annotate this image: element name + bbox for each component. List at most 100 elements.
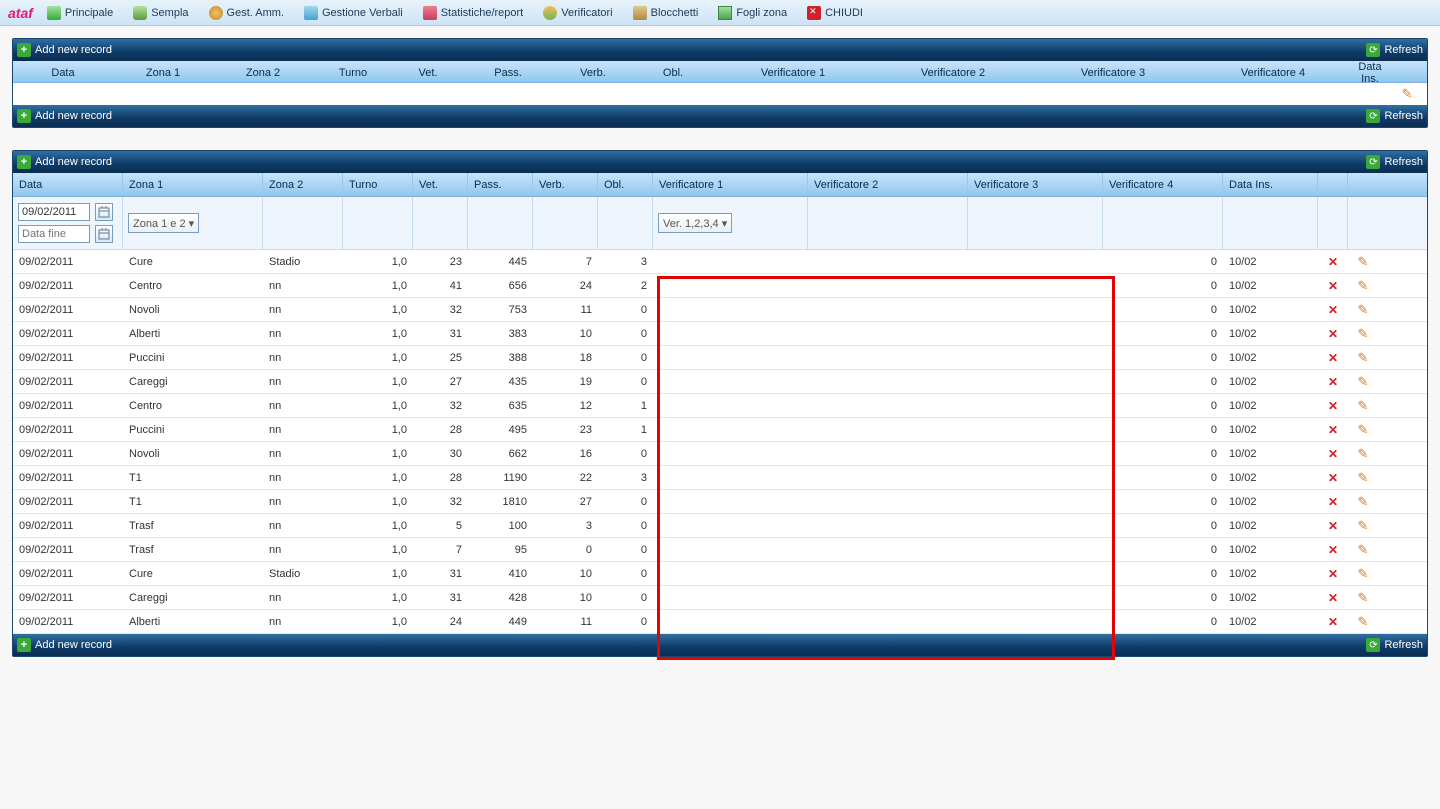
table-row[interactable]: 09/02/2011Caregginn1,031428100010/02✕✎ [13, 586, 1427, 610]
table-row[interactable]: 09/02/2011CureStadio1,02344573010/02✕✎ [13, 250, 1427, 274]
menu-gestione-verbali[interactable]: Gestione Verbali [296, 3, 411, 23]
table-row[interactable]: 09/02/2011Trasfnn1,0510030010/02✕✎ [13, 514, 1427, 538]
menu-statistiche[interactable]: Statistiche/report [415, 3, 532, 23]
delete-row-button[interactable]: ✕ [1318, 394, 1348, 417]
refresh-button[interactable]: ⟳ Refresh [1366, 638, 1423, 652]
edit-row-button[interactable]: ✎ [1348, 490, 1378, 513]
verificatore-filter-dropdown[interactable]: Ver. 1,2,3,4 ▾ [658, 213, 732, 233]
table-row[interactable]: 09/02/2011CureStadio1,031410100010/02✕✎ [13, 562, 1427, 586]
col-zona2[interactable]: Zona 2 [263, 173, 343, 196]
delete-row-button[interactable]: ✕ [1318, 418, 1348, 441]
col-zona1[interactable]: Zona 1 [113, 67, 213, 79]
col-ver3[interactable]: Verificatore 3 [968, 173, 1103, 196]
edit-row-button[interactable]: ✎ [1348, 274, 1378, 297]
col-data[interactable]: Data [13, 173, 123, 196]
table-row[interactable]: 09/02/2011Novolinn1,030662160010/02✕✎ [13, 442, 1427, 466]
col-pass[interactable]: Pass. [463, 67, 553, 79]
table-row[interactable]: 09/02/2011Novolinn1,032753110010/02✕✎ [13, 298, 1427, 322]
menu-gest-amm[interactable]: Gest. Amm. [201, 3, 292, 23]
delete-row-button[interactable]: ✕ [1318, 250, 1348, 273]
menu-verificatori[interactable]: Verificatori [535, 3, 620, 23]
col-ver2[interactable]: Verificatore 2 [808, 173, 968, 196]
add-record-button[interactable]: + Add new record [17, 155, 112, 169]
edit-row-button[interactable]: ✎ [1348, 298, 1378, 321]
col-turno[interactable]: Turno [313, 67, 393, 79]
table-row[interactable]: 09/02/2011Albertinn1,024449110010/02✕✎ [13, 610, 1427, 634]
col-vet[interactable]: Vet. [393, 67, 463, 79]
delete-row-button[interactable]: ✕ [1318, 274, 1348, 297]
delete-row-button[interactable]: ✕ [1318, 538, 1348, 561]
refresh-button[interactable]: ⟳ Refresh [1366, 155, 1423, 169]
edit-row-button[interactable]: ✎ [1348, 370, 1378, 393]
delete-row-button[interactable]: ✕ [1318, 442, 1348, 465]
col-ver1[interactable]: Verificatore 1 [653, 173, 808, 196]
col-verb[interactable]: Verb. [533, 173, 598, 196]
table-row[interactable]: 09/02/2011Centronn1,041656242010/02✕✎ [13, 274, 1427, 298]
menu-fogli-zona[interactable]: Fogli zona [710, 3, 795, 23]
table-row[interactable]: 09/02/2011Trasfnn1,079500010/02✕✎ [13, 538, 1427, 562]
delete-row-button[interactable]: ✕ [1318, 490, 1348, 513]
menu-chiudi[interactable]: CHIUDI [799, 3, 871, 23]
delete-row-button[interactable]: ✕ [1318, 370, 1348, 393]
delete-row-button[interactable]: ✕ [1318, 562, 1348, 585]
col-pass[interactable]: Pass. [468, 173, 533, 196]
col-obl[interactable]: Obl. [633, 67, 713, 79]
delete-row-button[interactable]: ✕ [1318, 298, 1348, 321]
table-row[interactable]: 09/02/2011Albertinn1,031383100010/02✕✎ [13, 322, 1427, 346]
col-ver2[interactable]: Verificatore 2 [873, 67, 1033, 79]
delete-row-button[interactable]: ✕ [1318, 514, 1348, 537]
delete-row-button[interactable]: ✕ [1318, 610, 1348, 633]
date-end-input[interactable] [18, 225, 90, 243]
add-record-button[interactable]: + Add new record [17, 43, 112, 57]
col-data[interactable]: Data [13, 67, 113, 79]
delete-row-button[interactable]: ✕ [1318, 586, 1348, 609]
menu-blocchetti[interactable]: Blocchetti [625, 3, 707, 23]
table-row[interactable]: 09/02/2011Caregginn1,027435190010/02✕✎ [13, 370, 1427, 394]
table-row[interactable]: 09/02/2011Puccininn1,025388180010/02✕✎ [13, 346, 1427, 370]
refresh-button[interactable]: ⟳ Refresh [1366, 109, 1423, 123]
calendar-button[interactable] [95, 225, 113, 243]
menu-principale[interactable]: Principale [39, 3, 121, 23]
edit-row-button[interactable]: ✎ [1348, 610, 1378, 633]
edit-row-button[interactable]: ✎ [1348, 250, 1378, 273]
col-obl[interactable]: Obl. [598, 173, 653, 196]
cell-vet: 32 [413, 298, 468, 321]
edit-row-button[interactable]: ✎ [1348, 538, 1378, 561]
col-zona1[interactable]: Zona 1 [123, 173, 263, 196]
calendar-button[interactable] [95, 203, 113, 221]
zona-filter-dropdown[interactable]: Zona 1 e 2 ▾ [128, 213, 199, 233]
edit-row-button[interactable]: ✎ [1348, 562, 1378, 585]
delete-row-button[interactable]: ✕ [1318, 466, 1348, 489]
col-zona2[interactable]: Zona 2 [213, 67, 313, 79]
edit-row-button[interactable]: ✎ [1387, 86, 1427, 102]
table-row[interactable]: 09/02/2011T1nn1,0281190223010/02✕✎ [13, 466, 1427, 490]
edit-row-button[interactable]: ✎ [1348, 346, 1378, 369]
col-ver4[interactable]: Verificatore 4 [1103, 173, 1223, 196]
col-turno[interactable]: Turno [343, 173, 413, 196]
edit-row-button[interactable]: ✎ [1348, 418, 1378, 441]
col-ver1[interactable]: Verificatore 1 [713, 67, 873, 79]
col-ver3[interactable]: Verificatore 3 [1033, 67, 1193, 79]
edit-row-button[interactable]: ✎ [1348, 394, 1378, 417]
menu-sempla[interactable]: Sempla [125, 3, 196, 23]
edit-row-button[interactable]: ✎ [1348, 322, 1378, 345]
edit-row-button[interactable]: ✎ [1348, 466, 1378, 489]
add-record-button[interactable]: + Add new record [17, 638, 112, 652]
delete-row-button[interactable]: ✕ [1318, 346, 1348, 369]
add-record-button[interactable]: + Add new record [17, 109, 112, 123]
panel-toolbar-bottom: + Add new record ⟳ Refresh [13, 634, 1427, 656]
col-verb[interactable]: Verb. [553, 67, 633, 79]
table-row[interactable]: 09/02/2011Puccininn1,028495231010/02✕✎ [13, 418, 1427, 442]
date-start-input[interactable] [18, 203, 90, 221]
edit-row-button[interactable]: ✎ [1348, 514, 1378, 537]
table-row[interactable]: 09/02/2011Centronn1,032635121010/02✕✎ [13, 394, 1427, 418]
col-vet[interactable]: Vet. [413, 173, 468, 196]
col-datains[interactable]: Data Ins. [1223, 173, 1318, 196]
refresh-button[interactable]: ⟳ Refresh [1366, 43, 1423, 57]
delete-row-button[interactable]: ✕ [1318, 322, 1348, 345]
col-datains[interactable]: Data Ins. [1353, 61, 1387, 85]
col-ver4[interactable]: Verificatore 4 [1193, 67, 1353, 79]
edit-row-button[interactable]: ✎ [1348, 586, 1378, 609]
edit-row-button[interactable]: ✎ [1348, 442, 1378, 465]
table-row[interactable]: 09/02/2011T1nn1,0321810270010/02✕✎ [13, 490, 1427, 514]
